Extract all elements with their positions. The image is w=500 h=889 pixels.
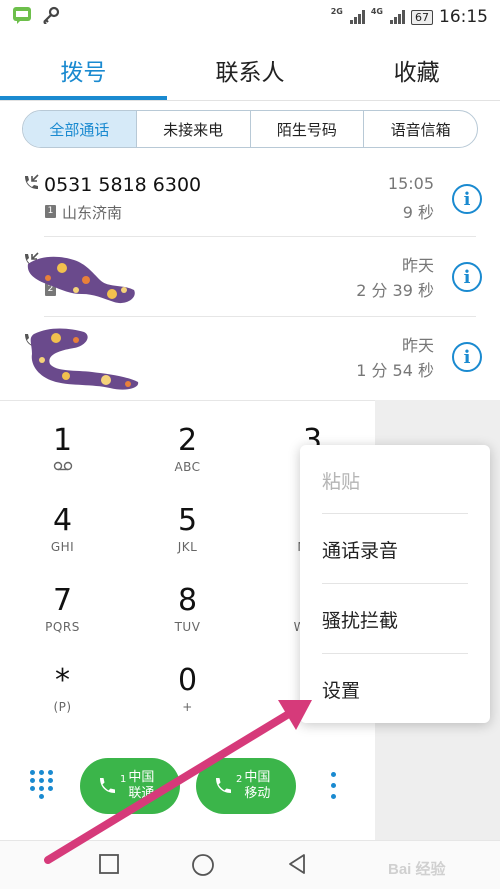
info-icon[interactable]: i	[452, 184, 482, 214]
key-icon	[42, 6, 60, 28]
tab-dialer[interactable]: 拨号	[0, 40, 167, 100]
redacted-caller-scribble	[30, 328, 139, 390]
filter-unknown-numbers[interactable]: 陌生号码	[251, 111, 365, 147]
tab-contacts[interactable]: 联系人	[167, 40, 334, 100]
info-icon[interactable]: i	[452, 342, 482, 372]
call-log-item[interactable]: 0531 5818 6300 1 山东济南 15:05 9 秒 i	[0, 164, 500, 242]
dial-key-2[interactable]: 2 ABC	[125, 400, 250, 480]
key-digit: 2	[177, 423, 198, 458]
carrier-line-2: 移动	[244, 786, 271, 801]
dial-key-5[interactable]: 5 JKL	[125, 480, 250, 560]
sim-badge: 1	[45, 205, 56, 218]
call-filter-segmented: 全部通话 未接来电 陌生号码 语音信箱	[22, 110, 478, 148]
watermark-text: Bai 经验	[388, 860, 447, 878]
menu-item-call-recording[interactable]: 通话录音	[300, 514, 490, 584]
call-button-sim2[interactable]: 2 中国 移动	[196, 758, 296, 814]
top-tabs: 拨号 联系人 收藏	[0, 40, 500, 100]
key-digit: 5	[177, 503, 198, 538]
key-letters: GHI	[50, 540, 75, 554]
dial-key-0[interactable]: 0 +	[125, 640, 250, 720]
key-digit: 0	[177, 663, 198, 698]
key-digit: 8	[177, 583, 198, 618]
key-digit: 1	[52, 423, 73, 458]
caller-location: 山东济南	[62, 204, 123, 222]
network-type-1: 2G	[330, 7, 343, 16]
carrier-name: 中国 移动	[244, 770, 270, 802]
list-divider	[44, 236, 476, 237]
back-triangle-icon[interactable]	[286, 853, 308, 875]
menu-item-settings[interactable]: 设置	[300, 654, 490, 724]
key-digit: 7	[52, 583, 73, 618]
info-icon[interactable]: i	[452, 262, 482, 292]
call-time: 昨天	[401, 336, 434, 355]
menu-item-paste[interactable]: 粘贴	[300, 445, 490, 515]
signal-icon	[349, 10, 365, 24]
clock: 16:15	[439, 7, 488, 27]
key-letters: JKL	[177, 540, 198, 554]
voicemail-icon	[0, 460, 125, 474]
dial-key-1[interactable]: 1	[0, 400, 125, 480]
dialpad-toggle-icon[interactable]	[30, 770, 54, 800]
battery-icon: 67	[411, 9, 433, 25]
carrier-line-2: 联通	[128, 786, 155, 801]
key-letters: +	[182, 700, 193, 714]
list-divider	[44, 316, 476, 317]
more-options-icon[interactable]	[330, 772, 338, 800]
baidu-jingyan-watermark: Bai 经验	[388, 860, 447, 878]
tab-favorites[interactable]: 收藏	[333, 40, 500, 100]
carrier-line-1: 中国	[244, 770, 271, 785]
network-type-2: 4G	[370, 7, 383, 16]
status-bar: 2G 4G 67 16:15	[0, 0, 500, 34]
key-digit: *	[55, 663, 70, 698]
overflow-menu: 粘贴 通话录音 骚扰拦截 设置	[300, 445, 490, 723]
dial-key-8[interactable]: 8 TUV	[125, 560, 250, 640]
call-time: 昨天	[401, 256, 434, 275]
call-duration: 1 分 54 秒	[356, 361, 434, 380]
call-duration: 2 分 39 秒	[356, 281, 434, 300]
call-time: 15:05	[387, 174, 434, 193]
sim-number: 1	[120, 773, 127, 785]
dial-key-star[interactable]: * (P)	[0, 640, 125, 720]
recents-square-icon[interactable]	[98, 853, 120, 875]
signal-icon-2	[390, 10, 405, 24]
filter-missed-calls[interactable]: 未接来电	[137, 111, 251, 147]
key-letters: TUV	[174, 620, 201, 634]
sim-number: 2	[236, 773, 243, 785]
phone-icon	[100, 778, 115, 793]
filter-voicemail[interactable]: 语音信箱	[364, 111, 477, 147]
key-letters: (P)	[53, 700, 72, 714]
call-duration: 9 秒	[402, 203, 434, 222]
menu-item-harassment-blocking[interactable]: 骚扰拦截	[300, 584, 490, 654]
carrier-name: 中国 联通	[128, 770, 154, 802]
carrier-line-1: 中国	[128, 770, 155, 785]
incoming-call-icon	[25, 174, 39, 189]
phone-icon	[216, 778, 231, 793]
filter-all-calls[interactable]: 全部通话	[23, 111, 137, 147]
call-button-sim1[interactable]: 1 中国 联通	[80, 758, 180, 814]
key-letters: PQRS	[45, 620, 80, 634]
redacted-caller-scribble	[27, 256, 135, 304]
caller-number: 0531 5818 6300	[44, 174, 202, 196]
key-digit: 4	[52, 503, 73, 538]
dial-key-7[interactable]: 7 PQRS	[0, 560, 125, 640]
tabs-divider	[0, 100, 500, 101]
wechat-notification-icon	[12, 6, 32, 28]
home-circle-icon[interactable]	[191, 853, 215, 877]
dial-key-4[interactable]: 4 GHI	[0, 480, 125, 560]
key-letters: ABC	[174, 460, 201, 474]
